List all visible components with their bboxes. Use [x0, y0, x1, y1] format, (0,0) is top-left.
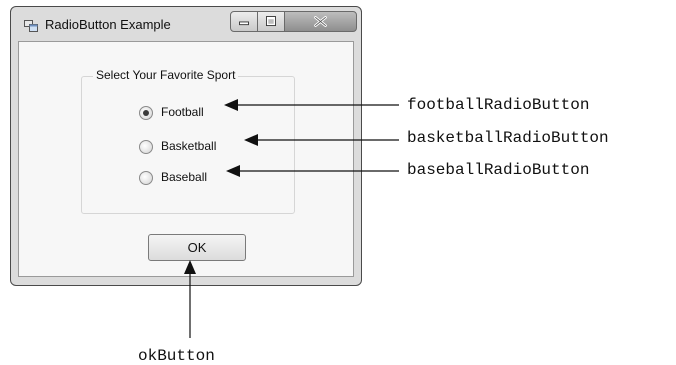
basketball-arrow: [244, 134, 399, 146]
ok-arrow: [184, 260, 196, 338]
football-callout: footballRadioButton: [407, 96, 590, 114]
baseball-arrow: [226, 165, 399, 177]
callout-arrows: [184, 99, 399, 338]
ok-callout: okButton: [138, 347, 215, 365]
football-arrow: [224, 99, 399, 111]
baseball-callout: baseballRadioButton: [407, 161, 590, 179]
basketball-callout: basketballRadioButton: [407, 129, 609, 147]
